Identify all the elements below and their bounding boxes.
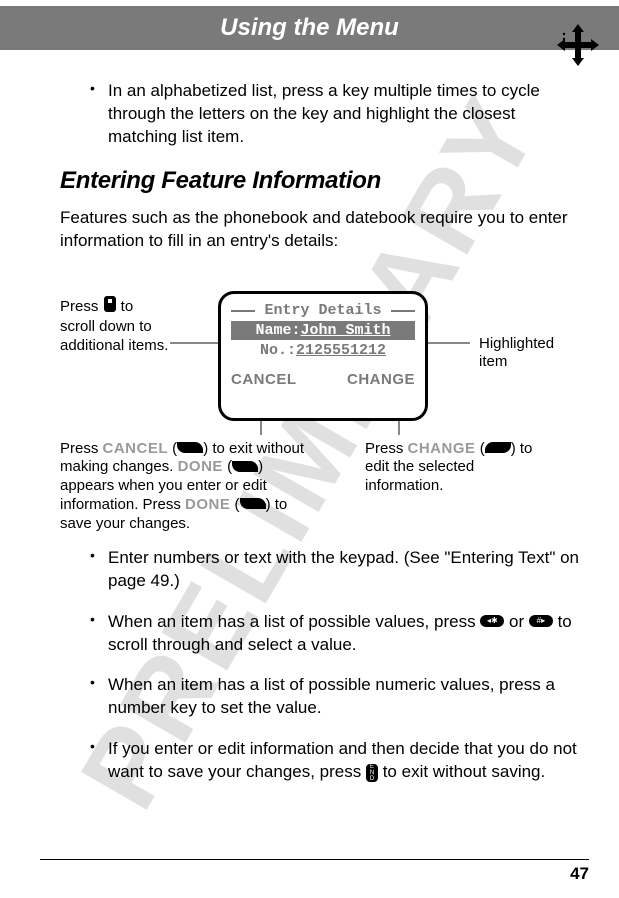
bullet-marker: • xyxy=(90,738,108,784)
left-softkey-icon xyxy=(177,442,203,453)
footer-rule xyxy=(40,859,589,860)
bullet-item: • When an item has a list of possible va… xyxy=(60,611,579,657)
page-header: Using the Menu xyxy=(0,6,619,50)
bullet-text: When an item has a list of possible nume… xyxy=(108,674,579,720)
softkey-change: CHANGE xyxy=(347,371,415,388)
bullet-marker: • xyxy=(90,611,108,657)
page-number: 47 xyxy=(570,864,589,884)
bullet-item: • When an item has a list of possible nu… xyxy=(60,674,579,720)
connector-line xyxy=(170,342,218,344)
screen-name-row: Name:John Smith xyxy=(231,321,415,340)
end-key-icon: END xyxy=(366,764,378,782)
bullet-marker: • xyxy=(90,674,108,720)
diagram: Press to scroll down to additional items… xyxy=(60,275,579,535)
bullet-item: • If you enter or edit information and t… xyxy=(60,738,579,784)
connector-line xyxy=(428,342,470,344)
bullet-text: Enter numbers or text with the keypad. (… xyxy=(108,547,579,593)
bullet-text: When an item has a list of possible valu… xyxy=(108,611,579,657)
callout-change: Press CHANGE () to edit the selected inf… xyxy=(365,440,555,496)
left-softkey-icon xyxy=(240,498,266,509)
right-softkey-icon xyxy=(485,442,511,453)
left-scroll-key-icon: ◂✱ xyxy=(480,615,504,627)
left-softkey-icon xyxy=(232,461,258,472)
screen-title: Entry Details xyxy=(231,302,415,319)
screen-number-row: No.:2125551212 xyxy=(231,342,415,359)
intro-text: Features such as the phonebook and dateb… xyxy=(60,207,579,253)
phone-screen: Entry Details Name:John Smith No.:212555… xyxy=(218,291,428,421)
softkey-cancel: CANCEL xyxy=(231,371,297,388)
bullet-text: In an alphabetized list, press a key mul… xyxy=(108,80,579,149)
section-heading: Entering Feature Information xyxy=(60,167,579,195)
bullet-item: • In an alphabetized list, press a key m… xyxy=(60,80,579,149)
right-scroll-key-icon: #▸ xyxy=(529,615,553,627)
header-title: Using the Menu xyxy=(220,14,399,41)
bullet-text: If you enter or edit information and the… xyxy=(108,738,579,784)
callout-scroll: Press to scroll down to additional items… xyxy=(60,295,170,356)
scroll-key-icon xyxy=(103,295,117,319)
navigation-cross-icon xyxy=(557,24,599,71)
callout-highlighted: Highlighted item xyxy=(479,335,579,373)
content-area: • In an alphabetized list, press a key m… xyxy=(0,50,619,784)
bullet-marker: • xyxy=(90,80,108,149)
bullet-marker: • xyxy=(90,547,108,593)
bullet-item: • Enter numbers or text with the keypad.… xyxy=(60,547,579,593)
callout-cancel-done: Press CANCEL () to exit without making c… xyxy=(60,440,320,534)
